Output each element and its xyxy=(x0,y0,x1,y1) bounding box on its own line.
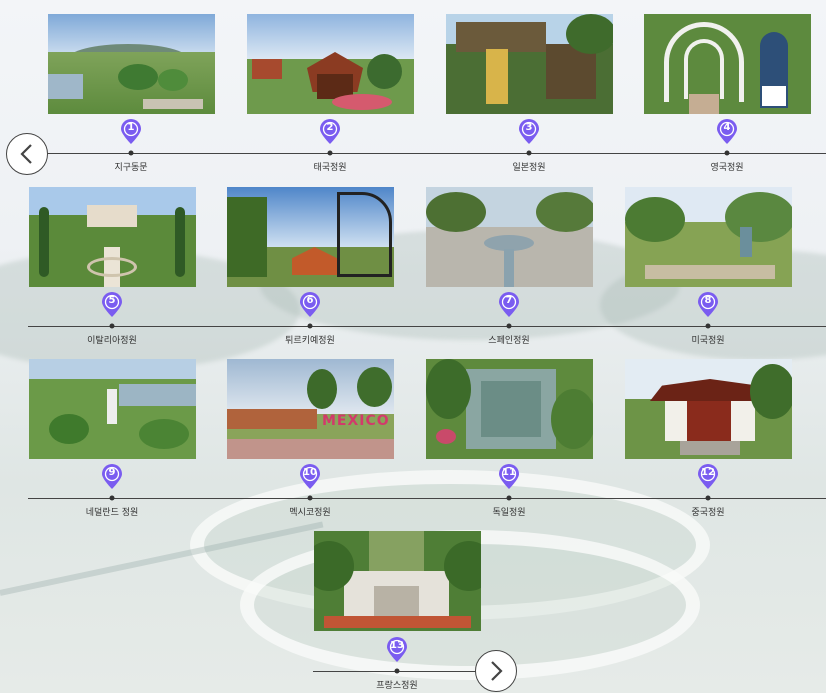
garden-photo[interactable] xyxy=(314,531,481,631)
map-pin-icon[interactable]: 1 xyxy=(120,119,142,145)
pin-number: 11 xyxy=(502,467,516,478)
garden-card[interactable] xyxy=(29,187,196,287)
timeline-dot xyxy=(307,495,313,501)
garden-photo[interactable] xyxy=(446,14,613,114)
garden-label[interactable]: 중국정원 xyxy=(691,505,724,518)
garden-photo[interactable] xyxy=(426,359,593,459)
garden-card[interactable] xyxy=(625,187,792,287)
map-pin-icon[interactable]: 4 xyxy=(716,119,738,145)
garden-photo[interactable] xyxy=(29,359,196,459)
pin-number: 10 xyxy=(303,467,317,478)
garden-photo[interactable] xyxy=(625,359,792,459)
garden-label[interactable]: 튀르키예정원 xyxy=(285,333,335,346)
timeline-dot xyxy=(506,495,512,501)
garden-card[interactable] xyxy=(247,14,414,114)
map-pin-icon[interactable]: 6 xyxy=(299,292,321,318)
map-pin-icon[interactable]: 3 xyxy=(518,119,540,145)
garden-label[interactable]: 태국정원 xyxy=(313,160,346,173)
garden-photo[interactable] xyxy=(227,187,394,287)
garden-photo[interactable] xyxy=(29,187,196,287)
timeline-dot xyxy=(506,323,512,329)
garden-label[interactable]: 미국정원 xyxy=(691,333,724,346)
map-pin-icon[interactable]: 10 xyxy=(299,464,321,490)
garden-label[interactable]: 멕시코정원 xyxy=(289,505,330,518)
pin-number: 12 xyxy=(701,467,715,478)
garden-label[interactable]: 독일정원 xyxy=(492,505,525,518)
map-pin-icon[interactable]: 12 xyxy=(697,464,719,490)
next-button[interactable] xyxy=(475,650,517,692)
garden-photo[interactable] xyxy=(644,14,811,114)
garden-card[interactable] xyxy=(29,359,196,459)
timeline-dot xyxy=(327,150,333,156)
timeline-dot xyxy=(109,323,115,329)
garden-photo[interactable] xyxy=(625,187,792,287)
pin-number: 9 xyxy=(108,467,116,478)
garden-label[interactable]: 네덜란드 정원 xyxy=(86,505,139,518)
garden-card[interactable]: MEXICO xyxy=(227,359,394,459)
timeline-dot xyxy=(705,495,711,501)
timeline-dot xyxy=(705,323,711,329)
timeline-dot xyxy=(109,495,115,501)
garden-label[interactable]: 스페인정원 xyxy=(488,333,529,346)
pin-number: 1 xyxy=(127,122,135,133)
garden-label[interactable]: 일본정원 xyxy=(512,160,545,173)
map-pin-icon[interactable]: 5 xyxy=(101,292,123,318)
garden-card[interactable] xyxy=(48,14,215,114)
garden-photo[interactable] xyxy=(48,14,215,114)
garden-photo[interactable] xyxy=(247,14,414,114)
timeline-dot xyxy=(724,150,730,156)
chevron-left-icon xyxy=(20,144,32,164)
map-pin-icon[interactable]: 9 xyxy=(101,464,123,490)
garden-card[interactable] xyxy=(426,187,593,287)
timeline-dot xyxy=(526,150,532,156)
pin-number: 3 xyxy=(525,122,533,133)
pin-number: 7 xyxy=(505,295,513,306)
pin-number: 6 xyxy=(306,295,314,306)
map-pin-icon[interactable]: 11 xyxy=(498,464,520,490)
garden-label[interactable]: 프랑스정원 xyxy=(376,678,417,691)
garden-card[interactable] xyxy=(625,359,792,459)
garden-card[interactable] xyxy=(227,187,394,287)
garden-card[interactable] xyxy=(314,531,481,631)
timeline-dot xyxy=(394,668,400,674)
garden-card[interactable] xyxy=(426,359,593,459)
garden-photo[interactable]: MEXICO xyxy=(227,359,394,459)
map-pin-icon[interactable]: 8 xyxy=(697,292,719,318)
map-pin-icon[interactable]: 13 xyxy=(386,637,408,663)
prev-button[interactable] xyxy=(6,133,48,175)
garden-card[interactable] xyxy=(644,14,811,114)
garden-label[interactable]: 지구동문 xyxy=(114,160,147,173)
pin-number: 4 xyxy=(723,122,731,133)
garden-label[interactable]: 영국정원 xyxy=(710,160,743,173)
garden-photo[interactable] xyxy=(426,187,593,287)
pin-number: 8 xyxy=(704,295,712,306)
map-pin-icon[interactable]: 2 xyxy=(319,119,341,145)
pin-number: 13 xyxy=(390,640,404,651)
mexico-sign-text: MEXICO xyxy=(322,413,390,429)
garden-card[interactable] xyxy=(446,14,613,114)
pin-number: 2 xyxy=(326,122,334,133)
pin-number: 5 xyxy=(108,295,116,306)
chevron-right-icon xyxy=(491,661,503,681)
timeline-dot xyxy=(307,323,313,329)
timeline-dot xyxy=(128,150,134,156)
timeline-row-1 xyxy=(46,153,826,154)
map-pin-icon[interactable]: 7 xyxy=(498,292,520,318)
garden-label[interactable]: 이탈리아정원 xyxy=(87,333,137,346)
